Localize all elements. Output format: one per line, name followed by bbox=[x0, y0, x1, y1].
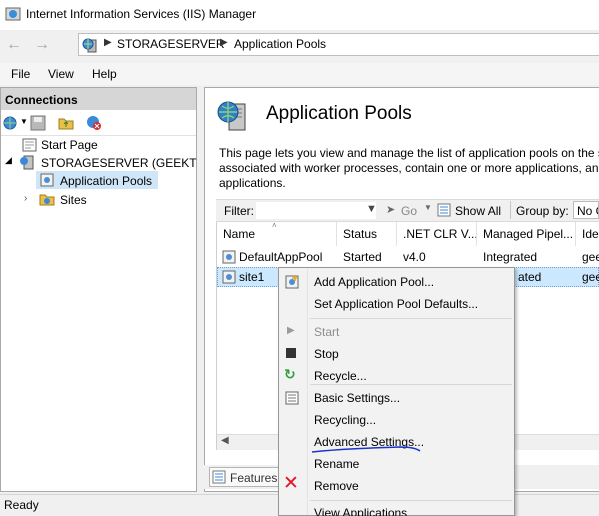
menu-item-basic-settings[interactable]: Basic Settings... bbox=[314, 391, 400, 405]
status-text: Ready bbox=[4, 498, 39, 512]
go-button[interactable]: Go bbox=[401, 204, 417, 218]
sites-folder-icon bbox=[39, 194, 55, 206]
app-pools-large-icon bbox=[217, 101, 246, 131]
app-pool-icon bbox=[222, 270, 236, 284]
play-icon: ▶ bbox=[287, 325, 295, 336]
settings-icon bbox=[285, 391, 299, 405]
filter-label: Filter: bbox=[224, 204, 254, 218]
description-line: associated with worker processes, contai… bbox=[219, 161, 599, 175]
app-pools-icon bbox=[40, 173, 54, 187]
remove-icon: ✕ bbox=[283, 473, 299, 494]
page-title: Application Pools bbox=[266, 103, 412, 124]
toolbar-divider bbox=[510, 201, 511, 219]
show-all-button[interactable]: Show All bbox=[455, 204, 501, 218]
column-header-identity[interactable]: Ide bbox=[576, 222, 599, 246]
scroll-left-icon[interactable]: ◀ bbox=[221, 435, 229, 446]
cell-pipeline: ated bbox=[518, 270, 542, 284]
funnel-icon[interactable]: ▼ bbox=[366, 203, 377, 215]
cell-name: site1 bbox=[239, 270, 265, 284]
dropdown-arrow-icon[interactable]: ▼ bbox=[20, 117, 28, 126]
menu-separator bbox=[310, 384, 512, 385]
window-title: Internet Information Services (IIS) Mana… bbox=[26, 7, 257, 21]
go-arrow-icon: ➤ bbox=[386, 204, 396, 216]
filter-input[interactable] bbox=[256, 202, 376, 219]
tree-item-start-page[interactable]: Start Page bbox=[41, 138, 98, 152]
cell-clr: v4.0 bbox=[403, 250, 426, 264]
menu-bar bbox=[0, 63, 599, 85]
go-dropdown-icon[interactable]: ▼ bbox=[424, 203, 432, 212]
breadcrumb-separator-icon: ▶ bbox=[104, 37, 112, 48]
app-pool-icon bbox=[285, 275, 299, 289]
description-line: applications. bbox=[219, 176, 286, 190]
menu-file[interactable]: File bbox=[11, 67, 30, 81]
breadcrumb-separator-icon: ▶ bbox=[220, 37, 228, 48]
menu-item-rename[interactable]: Rename bbox=[314, 457, 359, 471]
breadcrumb-server[interactable]: STORAGESERVER bbox=[117, 37, 225, 51]
menu-separator bbox=[310, 500, 512, 501]
connections-header: Connections bbox=[1, 88, 196, 110]
menu-item-stop[interactable]: Stop bbox=[314, 347, 339, 361]
start-page-icon bbox=[22, 138, 37, 152]
menu-item-add-app-pool[interactable]: Add Application Pool... bbox=[314, 275, 434, 289]
column-header-pipeline[interactable]: Managed Pipel... bbox=[477, 222, 576, 246]
tree-expand-icon[interactable]: › bbox=[24, 193, 27, 204]
description-line: This page lets you view and manage the l… bbox=[219, 146, 599, 160]
tab-features-label: Features bbox=[230, 471, 278, 485]
show-all-icon bbox=[437, 203, 451, 217]
annotation-underline bbox=[311, 446, 421, 453]
forward-arrow-icon[interactable]: → bbox=[32, 36, 52, 54]
menu-item-recycle[interactable]: Recycle... bbox=[314, 369, 367, 383]
cell-identity: gee bbox=[582, 270, 599, 284]
menu-separator bbox=[310, 318, 512, 319]
save-icon[interactable] bbox=[30, 115, 46, 131]
column-header-name[interactable]: Name bbox=[217, 222, 337, 246]
menu-item-remove[interactable]: Remove bbox=[314, 479, 359, 493]
menu-item-view-applications[interactable]: View Applications bbox=[314, 506, 407, 516]
cell-status: Started bbox=[343, 250, 382, 264]
menu-item-start: Start bbox=[314, 325, 340, 339]
features-view-icon bbox=[212, 470, 226, 484]
back-arrow-icon[interactable]: ← bbox=[4, 36, 24, 54]
server-icon bbox=[20, 155, 34, 170]
tree-item-sites[interactable]: Sites bbox=[60, 193, 87, 207]
menu-item-recycling[interactable]: Recycling... bbox=[314, 413, 376, 427]
sort-indicator-icon: ˄ bbox=[272, 221, 277, 230]
page-description: This page lets you view and manage the l… bbox=[219, 146, 599, 191]
tree-collapse-icon[interactable]: ◢ bbox=[5, 155, 12, 166]
menu-view[interactable]: View bbox=[48, 67, 74, 81]
connect-globe-icon[interactable] bbox=[2, 115, 18, 131]
cell-pipeline: Integrated bbox=[483, 250, 538, 264]
tree-item-server[interactable]: STORAGESERVER (GEEKTOOD bbox=[41, 156, 197, 170]
column-header-status[interactable]: Status bbox=[337, 222, 397, 246]
group-by-select[interactable]: No G bbox=[573, 201, 599, 219]
group-by-label: Group by: bbox=[516, 204, 569, 218]
app-pool-icon bbox=[222, 250, 236, 264]
folder-up-icon[interactable] bbox=[58, 115, 74, 131]
breadcrumb-app-pools[interactable]: Application Pools bbox=[234, 37, 326, 51]
menu-help[interactable]: Help bbox=[92, 67, 117, 81]
cell-name: DefaultAppPool bbox=[239, 250, 323, 264]
menu-item-set-defaults[interactable]: Set Application Pool Defaults... bbox=[314, 297, 478, 311]
stop-icon bbox=[286, 348, 296, 358]
recycle-icon: ↻ bbox=[284, 366, 296, 382]
tree-item-app-pools[interactable]: Application Pools bbox=[60, 174, 152, 188]
iis-app-icon bbox=[5, 7, 21, 21]
server-globe-icon bbox=[82, 38, 97, 53]
disconnect-icon[interactable] bbox=[86, 115, 102, 131]
cell-identity: gee bbox=[582, 250, 599, 264]
column-header-clr[interactable]: .NET CLR V... bbox=[397, 222, 477, 246]
